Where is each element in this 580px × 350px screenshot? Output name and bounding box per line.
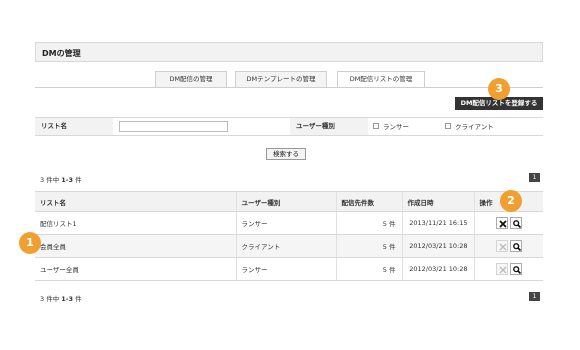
lancer-checkbox[interactable] bbox=[373, 123, 379, 129]
callout-badge-3: 3 bbox=[488, 78, 510, 100]
row-user-type: ランサー bbox=[235, 257, 336, 281]
table-row: 配信リスト1 ランサー 5 件 2013/11/21 16:15 bbox=[35, 211, 543, 235]
row-ops bbox=[473, 257, 543, 281]
row-ops bbox=[473, 234, 543, 258]
view-button[interactable] bbox=[509, 240, 522, 252]
callout-badge-2: 2 bbox=[500, 190, 522, 212]
count-text: 3 件中 bbox=[40, 176, 60, 184]
view-button[interactable] bbox=[509, 263, 522, 275]
client-checkbox[interactable] bbox=[445, 123, 451, 129]
tab-dm-list[interactable]: DM配信リストの管理 bbox=[337, 71, 425, 88]
tab-divider bbox=[35, 87, 543, 88]
row-recipients: 5 件 bbox=[335, 211, 402, 235]
pager-page-1-top[interactable]: 1 bbox=[529, 173, 540, 182]
table-row: 会員全員 クライアント 5 件 2012/03/21 10:28 bbox=[35, 234, 543, 258]
unit-text: 件 bbox=[75, 176, 82, 184]
magnifier-icon bbox=[512, 243, 521, 252]
page-title: DMの管理 bbox=[42, 49, 81, 58]
unit-text: 件 bbox=[75, 295, 82, 303]
tab-dm-delivery[interactable]: DM配信の管理 bbox=[155, 71, 227, 88]
row-list-name: ユーザー全員 bbox=[35, 257, 236, 281]
table-header-row: リスト名 ユーザー種別 配信先件数 作成日時 操作 bbox=[35, 191, 543, 212]
row-recipients: 5 件 bbox=[335, 257, 402, 281]
col-list-name: リスト名 bbox=[35, 191, 236, 212]
list-name-input[interactable] bbox=[119, 121, 228, 132]
row-created: 2012/03/21 10:28 bbox=[401, 257, 474, 281]
result-count-top: 3 件中 1-3 件 bbox=[40, 174, 82, 184]
col-created: 作成日時 bbox=[401, 191, 474, 212]
row-list-name: 会員全員 bbox=[35, 234, 236, 258]
range-text: 1-3 bbox=[61, 295, 74, 303]
col-user-type: ユーザー種別 bbox=[235, 191, 336, 212]
table-row: ユーザー全員 ランサー 5 件 2012/03/21 10:28 bbox=[35, 257, 543, 281]
page-title-bar: DMの管理 bbox=[35, 42, 543, 62]
callout-badge-1: 1 bbox=[19, 232, 41, 254]
list-name-label: リスト名 bbox=[35, 118, 113, 135]
dm-list-table: リスト名 ユーザー種別 配信先件数 作成日時 操作 配信リスト1 ランサー 5 … bbox=[35, 191, 543, 281]
row-list-name: 配信リスト1 bbox=[35, 211, 236, 235]
lancer-checkbox-label: ランサー bbox=[383, 123, 409, 131]
delete-button-disabled bbox=[495, 240, 508, 252]
row-user-type: クライアント bbox=[235, 234, 336, 258]
view-button[interactable] bbox=[509, 217, 522, 229]
col-recipients: 配信先件数 bbox=[335, 191, 402, 212]
tab-dm-template[interactable]: DMテンプレートの管理 bbox=[235, 71, 327, 88]
range-text: 1-3 bbox=[61, 176, 74, 184]
close-icon bbox=[499, 266, 507, 274]
user-type-label: ユーザー種別 bbox=[290, 118, 368, 135]
row-created: 2013/11/21 16:15 bbox=[401, 211, 474, 235]
close-icon bbox=[499, 220, 507, 228]
search-button[interactable]: 検索する bbox=[266, 148, 306, 160]
close-icon bbox=[499, 243, 507, 251]
row-ops bbox=[473, 211, 543, 235]
pager-page-1-bottom[interactable]: 1 bbox=[529, 292, 540, 301]
row-recipients: 5 件 bbox=[335, 234, 402, 258]
delete-button-disabled bbox=[495, 263, 508, 275]
magnifier-icon bbox=[512, 220, 521, 229]
delete-button[interactable] bbox=[495, 217, 508, 229]
result-count-bottom: 3 件中 1-3 件 bbox=[40, 293, 82, 303]
magnifier-icon bbox=[512, 266, 521, 275]
row-created: 2012/03/21 10:28 bbox=[401, 234, 474, 258]
client-checkbox-label: クライアント bbox=[455, 123, 494, 131]
row-user-type: ランサー bbox=[235, 211, 336, 235]
count-text: 3 件中 bbox=[40, 295, 60, 303]
